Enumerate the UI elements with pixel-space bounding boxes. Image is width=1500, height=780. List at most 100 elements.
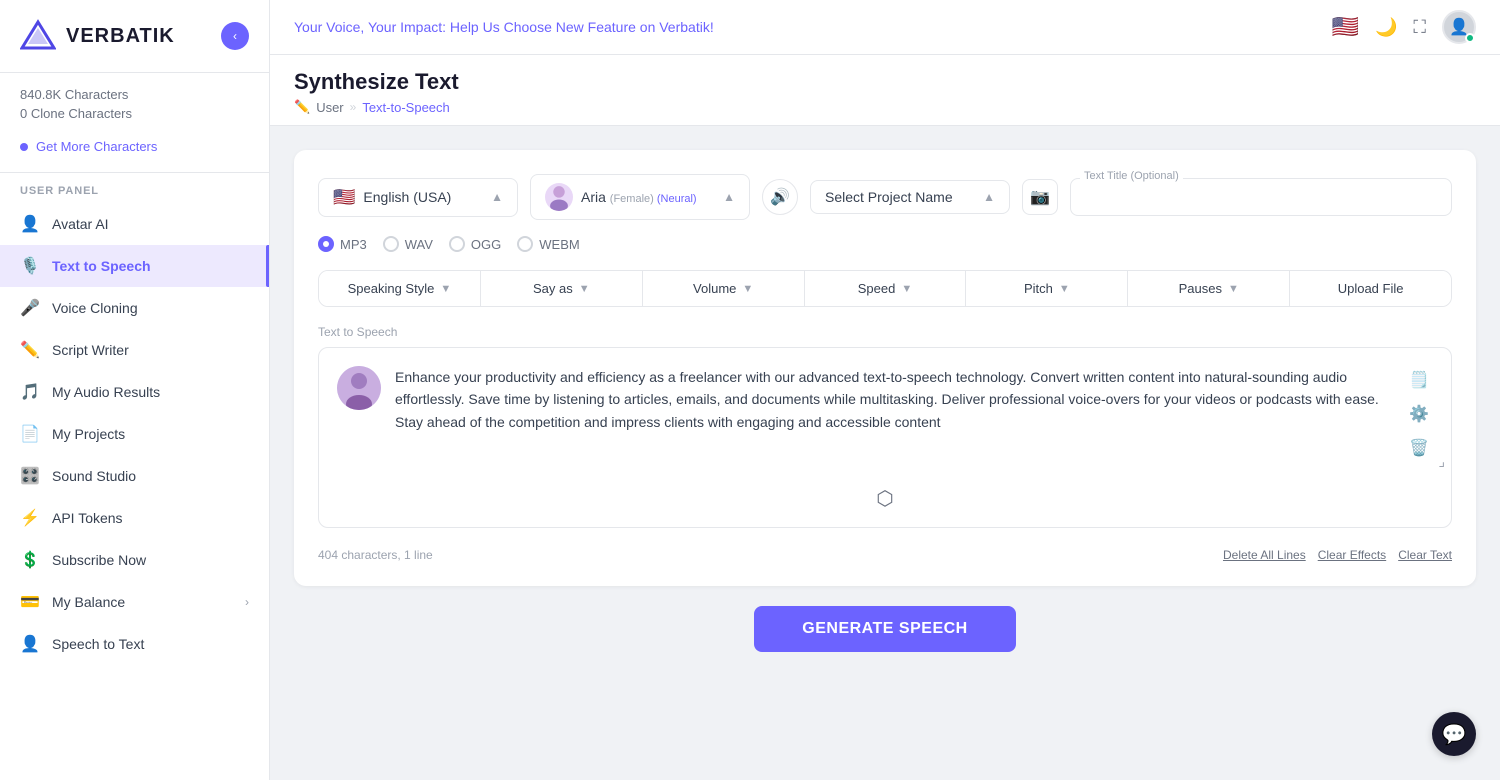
- fullscreen-button[interactable]: ⛶: [1413, 17, 1426, 38]
- voice-type-tag: (Neural): [657, 193, 697, 205]
- text-action-delete-button[interactable]: 🗑️: [1405, 434, 1433, 462]
- page-header: Synthesize Text ✏️ User » Text-to-Speech: [270, 55, 1500, 126]
- voice-gender-tag: (Female): [610, 193, 657, 205]
- my-balance-icon: 💳: [20, 592, 40, 612]
- pauses-button[interactable]: Pauses ▼: [1128, 271, 1290, 306]
- format-ogg[interactable]: OGG: [449, 236, 501, 252]
- add-layer-button[interactable]: ⬡: [876, 486, 893, 511]
- page-title: Synthesize Text: [294, 69, 1476, 95]
- pitch-chevron-icon: ▼: [1059, 283, 1070, 295]
- upload-file-button[interactable]: Upload File: [1290, 271, 1451, 306]
- sidebar-item-avatar-ai[interactable]: 👤 Avatar AI: [0, 203, 269, 245]
- main-content: Your Voice, Your Impact: Help Us Choose …: [270, 0, 1500, 780]
- char-count: 404 characters, 1 line: [318, 548, 433, 562]
- speaker-button[interactable]: 🔊: [762, 179, 798, 215]
- sidebar: VERBATIK ‹ 840.8K Characters 0 Clone Cha…: [0, 0, 270, 780]
- text-to-speech-icon: 🎙️: [20, 256, 40, 276]
- sidebar-item-api-tokens[interactable]: ⚡ API Tokens: [0, 497, 269, 539]
- title-input-wrap: Text Title (Optional): [1070, 178, 1452, 216]
- project-placeholder: Select Project Name: [825, 189, 975, 205]
- sidebar-item-sound-studio[interactable]: 🎛️ Sound Studio: [0, 455, 269, 497]
- character-count: 840.8K Characters: [20, 87, 249, 102]
- breadcrumb-icon: ✏️: [294, 99, 310, 115]
- dark-mode-button[interactable]: 🌙: [1375, 17, 1397, 38]
- breadcrumb-separator: »: [350, 100, 357, 114]
- project-select[interactable]: Select Project Name ▲: [810, 180, 1010, 214]
- voice-select[interactable]: Aria (Female) (Neural) ▲: [530, 174, 750, 220]
- delete-all-lines-button[interactable]: Delete All Lines: [1223, 548, 1306, 562]
- sidebar-item-voice-cloning[interactable]: 🎤 Voice Cloning: [0, 287, 269, 329]
- text-block-footer: ⬡: [319, 470, 1451, 527]
- speed-chevron-icon: ▼: [901, 283, 912, 295]
- content-area: 🇺🇸 English (USA) ▲ Aria: [270, 126, 1500, 780]
- verbatik-logo-icon: [20, 18, 56, 54]
- script-writer-icon: ✏️: [20, 340, 40, 360]
- bottom-actions: Delete All Lines Clear Effects Clear Tex…: [1223, 548, 1452, 562]
- text-block-inner: Enhance your productivity and efficiency…: [319, 348, 1451, 462]
- sidebar-collapse-button[interactable]: ‹: [221, 22, 249, 50]
- clone-character-count: 0 Clone Characters: [20, 106, 249, 121]
- language-flag-icon: 🇺🇸: [333, 187, 355, 208]
- speed-button[interactable]: Speed ▼: [805, 271, 967, 306]
- sidebar-stats: 840.8K Characters 0 Clone Characters: [0, 73, 269, 131]
- api-tokens-icon: ⚡: [20, 508, 40, 528]
- text-block-avatar-image: [337, 366, 381, 410]
- breadcrumb-home[interactable]: User: [316, 100, 343, 115]
- volume-chevron-icon: ▼: [742, 283, 753, 295]
- sidebar-item-my-projects[interactable]: 📄 My Projects: [0, 413, 269, 455]
- voice-avatar-image: [545, 183, 573, 211]
- breadcrumb-current[interactable]: Text-to-Speech: [362, 100, 449, 115]
- voice-name: Aria (Female) (Neural): [581, 189, 715, 205]
- clear-text-button[interactable]: Clear Text: [1398, 548, 1452, 562]
- sidebar-item-subscribe-now[interactable]: 💲 Subscribe Now: [0, 539, 269, 581]
- text-action-settings-button[interactable]: ⚙️: [1405, 400, 1433, 428]
- banner-text: Your Voice, Your Impact: Help Us Choose …: [294, 19, 1322, 35]
- flag-icon[interactable]: 🇺🇸: [1332, 14, 1359, 40]
- sidebar-item-my-balance[interactable]: 💳 My Balance ›: [0, 581, 269, 623]
- sound-studio-icon: 🎛️: [20, 466, 40, 486]
- text-action-notes-button[interactable]: 🗒️: [1405, 366, 1433, 394]
- sidebar-item-text-to-speech[interactable]: 🎙️ Text to Speech: [0, 245, 269, 287]
- avatar-ai-icon: 👤: [20, 214, 40, 234]
- text-content[interactable]: Enhance your productivity and efficiency…: [395, 366, 1391, 433]
- text-block-header: Text to Speech: [318, 325, 1452, 339]
- sidebar-item-script-writer[interactable]: ✏️ Script Writer: [0, 329, 269, 371]
- speaking-style-button[interactable]: Speaking Style ▼: [319, 271, 481, 306]
- user-avatar-wrap: 👤: [1442, 10, 1476, 44]
- style-controls-row: Speaking Style ▼ Say as ▼ Volume ▼ Speed…: [318, 270, 1452, 307]
- webm-radio: [517, 236, 533, 252]
- language-value: English (USA): [363, 189, 483, 205]
- clear-effects-button[interactable]: Clear Effects: [1318, 548, 1386, 562]
- speech-to-text-icon: 👤: [20, 634, 40, 654]
- format-webm[interactable]: WEBM: [517, 236, 579, 252]
- language-chevron-icon: ▲: [491, 190, 503, 204]
- say-as-button[interactable]: Say as ▼: [481, 271, 643, 306]
- tts-panel: 🇺🇸 English (USA) ▲ Aria: [294, 150, 1476, 586]
- online-badge: [1465, 33, 1475, 43]
- my-balance-chevron-icon: ›: [245, 595, 249, 609]
- volume-button[interactable]: Volume ▼: [643, 271, 805, 306]
- generate-wrap: GENERATE SPEECH: [294, 586, 1476, 660]
- get-more-characters[interactable]: Get More Characters: [0, 131, 269, 168]
- title-input[interactable]: [1070, 178, 1452, 216]
- text-resize-area: ⌟: [319, 462, 1451, 470]
- pitch-button[interactable]: Pitch ▼: [966, 271, 1128, 306]
- generate-speech-button[interactable]: GENERATE SPEECH: [754, 606, 1015, 652]
- sidebar-logo: VERBATIK ‹: [0, 0, 269, 73]
- camera-button[interactable]: 📷: [1022, 179, 1058, 215]
- sidebar-item-my-audio-results[interactable]: 🎵 My Audio Results: [0, 371, 269, 413]
- sidebar-item-speech-to-text[interactable]: 👤 Speech to Text: [0, 623, 269, 665]
- banner-actions: 🇺🇸 🌙 ⛶ 👤: [1332, 10, 1476, 44]
- mp3-radio: [318, 236, 334, 252]
- text-block: Enhance your productivity and efficiency…: [318, 347, 1452, 528]
- format-mp3[interactable]: MP3: [318, 236, 367, 252]
- my-audio-results-icon: 🎵: [20, 382, 40, 402]
- controls-row: 🇺🇸 English (USA) ▲ Aria: [318, 174, 1452, 220]
- project-chevron-icon: ▲: [983, 190, 995, 204]
- format-wav[interactable]: WAV: [383, 236, 433, 252]
- text-actions: 🗒️ ⚙️ 🗑️: [1405, 366, 1433, 462]
- language-select[interactable]: 🇺🇸 English (USA) ▲: [318, 178, 518, 217]
- speaking-style-chevron-icon: ▼: [440, 283, 451, 295]
- my-projects-icon: 📄: [20, 424, 40, 444]
- chat-bubble[interactable]: 💬: [1432, 712, 1476, 756]
